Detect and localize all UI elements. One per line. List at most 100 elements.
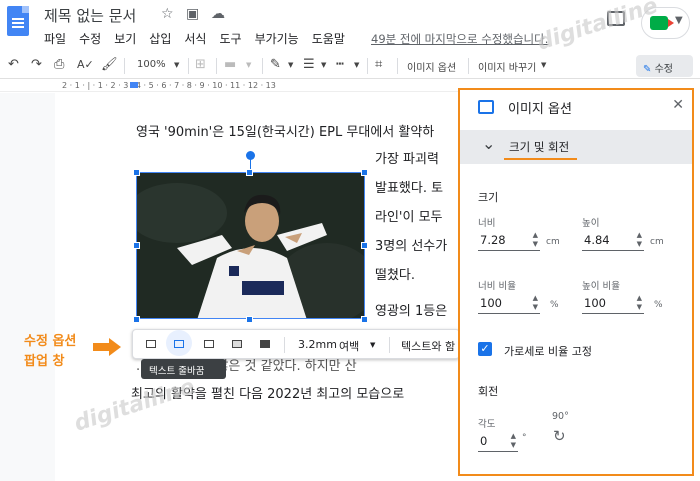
doc-line: 영광의 1등은 (375, 304, 448, 319)
meet-button[interactable]: ▼ (641, 7, 690, 39)
resize-handle[interactable] (361, 242, 368, 249)
crop-icon[interactable]: ⌗ (375, 57, 382, 72)
stepper-icon[interactable]: ▲ ▼ (511, 432, 516, 450)
ruler-numbers: 2 · 1 · | · 1 · 2 · 3 · 4 · 5 · 6 · 7 · … (62, 81, 276, 90)
panel-title: 이미지 옵션 (508, 102, 572, 117)
height-ratio-input[interactable]: 100 ▲ ▼ (582, 294, 644, 314)
image-options-popup: 3.2mm 여백 ▼ 텍스트와 함 (132, 329, 460, 359)
resize-handle[interactable] (246, 316, 253, 323)
paint-format-icon[interactable]: 🖌 (101, 57, 118, 72)
break-text-icon[interactable] (201, 337, 217, 351)
doc-line: 라인'이 모두 (375, 210, 443, 225)
image-icon (478, 100, 494, 114)
chevron-down-icon: ▼ (541, 61, 547, 69)
menu-addons[interactable]: 부가기능 (255, 30, 299, 47)
last-edit-link[interactable]: 49분 전에 마지막으로 수정했습니다. (371, 31, 548, 47)
angle-value: 0 (480, 434, 488, 448)
move-folder-icon[interactable]: ▣ (186, 6, 199, 22)
width-value: 7.28 (480, 233, 506, 247)
angle-input[interactable]: 0 ▲ ▼ (478, 432, 518, 452)
image-options-panel: 이미지 옵션 ✕ ⌄ 크기 및 회전 크기 너비 7.28 ▲ ▼ cm 높이 4… (458, 88, 694, 476)
height-label: 높이 (582, 218, 600, 229)
doc-title[interactable]: 제목 없는 문서 (44, 5, 136, 26)
menu-tools[interactable]: 도구 (219, 30, 241, 47)
menu-format[interactable]: 서식 (184, 30, 206, 47)
docs-logo-icon[interactable] (7, 6, 29, 36)
annotation-label: 팝업 창 (24, 354, 65, 369)
annotation-label: 수정 옵션 (24, 334, 77, 349)
width-ratio-input[interactable]: 100 ▲ ▼ (478, 294, 540, 314)
menu-file[interactable]: 파일 (44, 30, 66, 47)
insert-box-icon[interactable]: ⊞ (195, 57, 206, 72)
behind-text-icon[interactable] (229, 337, 245, 351)
lock-ratio-label[interactable]: 가로세로 비율 고정 (504, 343, 592, 359)
menu-insert[interactable]: 삽입 (149, 30, 171, 47)
stepper-icon[interactable]: ▲ ▼ (637, 294, 642, 312)
pen-icon[interactable]: ✎ (270, 57, 281, 72)
color-bar-icon[interactable]: ▬ (224, 57, 236, 72)
spellcheck-icon[interactable]: A✓ (77, 58, 94, 71)
resize-handle[interactable] (133, 169, 140, 176)
section-title: 크기 및 회전 (509, 140, 570, 154)
stepper-icon[interactable]: ▲ ▼ (533, 231, 538, 249)
height-input[interactable]: 4.84 ▲ ▼ (582, 231, 644, 251)
resize-handle[interactable] (246, 169, 253, 176)
stepper-icon[interactable]: ▲ ▼ (533, 294, 538, 312)
width-ratio-unit: % (550, 300, 559, 310)
zoom-select[interactable]: 100% (137, 59, 166, 70)
front-of-text-icon[interactable] (257, 337, 273, 351)
width-ratio-label: 너비 비율 (478, 281, 516, 292)
chevron-down-icon: ▼ (321, 61, 327, 69)
print-icon[interactable]: ⎙ (54, 57, 64, 72)
width-unit: cm (546, 237, 560, 247)
replace-image-button[interactable]: 이미지 바꾸기 (478, 59, 536, 74)
menu-bar: 파일 수정 보기 삽입 서식 도구 부가기능 도움말 (44, 30, 358, 47)
wrap-inline-icon[interactable] (143, 337, 159, 351)
edit-mode-button[interactable]: ✎ 수정 (636, 55, 693, 77)
margin-label[interactable]: 여백 (339, 338, 359, 354)
indent-marker[interactable] (130, 82, 138, 88)
width-input[interactable]: 7.28 ▲ ▼ (478, 231, 540, 251)
header-bar: 제목 없는 문서 ☆ ▣ ☁ 파일 수정 보기 삽입 서식 도구 부가기능 도움… (0, 0, 700, 52)
doc-line: 최고의 활약을 펼친 다음 2022년 최고의 모습으로 (131, 387, 405, 402)
image-options-button[interactable]: 이미지 옵션 (407, 59, 456, 74)
comment-history-icon[interactable] (607, 11, 625, 26)
wrap-text-icon[interactable] (171, 337, 187, 351)
arrow-right-icon (93, 338, 121, 356)
doc-line: 3명의 선수가 (375, 239, 448, 254)
rotate90-label: 90° (552, 411, 569, 422)
undo-icon[interactable]: ↶ (8, 57, 19, 72)
close-icon[interactable]: ✕ (672, 97, 684, 113)
doc-line: 가장 파괴력 (375, 152, 439, 167)
size-rotation-section-header[interactable]: ⌄ 크기 및 회전 (460, 130, 692, 164)
cloud-status-icon[interactable]: ☁ (211, 6, 225, 22)
doc-line: 떨쳤다. (375, 268, 416, 283)
lock-ratio-checkbox[interactable]: ✓ (478, 342, 492, 356)
redo-icon[interactable]: ↷ (31, 57, 42, 72)
rotation-heading: 회전 (478, 385, 499, 398)
resize-handle[interactable] (133, 242, 140, 249)
line-dash-icon[interactable]: ┅ (336, 57, 344, 72)
menu-edit[interactable]: 수정 (79, 30, 101, 47)
edit-mode-label: 수정 (654, 64, 673, 75)
highlight-underline (504, 158, 577, 160)
line-weight-icon[interactable]: ☰ (303, 57, 315, 72)
angle-unit: ° (522, 433, 527, 443)
chevron-down-icon: ▼ (174, 61, 180, 69)
chevron-down-icon: ▼ (370, 341, 376, 349)
menu-view[interactable]: 보기 (114, 30, 136, 47)
text-position-option[interactable]: 텍스트와 함 (401, 338, 455, 354)
margin-value[interactable]: 3.2mm (298, 338, 337, 351)
resize-handle[interactable] (361, 169, 368, 176)
star-icon[interactable]: ☆ (161, 6, 174, 22)
height-unit: cm (650, 237, 664, 247)
doc-line: 발표했다. 토 (375, 181, 444, 196)
rotate-handle[interactable] (246, 151, 255, 160)
stepper-icon[interactable]: ▲ ▼ (637, 231, 642, 249)
selected-photo[interactable] (136, 172, 365, 319)
resize-handle[interactable] (361, 316, 368, 323)
pencil-icon: ✎ (643, 64, 652, 75)
rotate-90-icon[interactable]: ↻ (553, 427, 566, 445)
resize-handle[interactable] (133, 316, 140, 323)
menu-help[interactable]: 도움말 (312, 30, 345, 47)
